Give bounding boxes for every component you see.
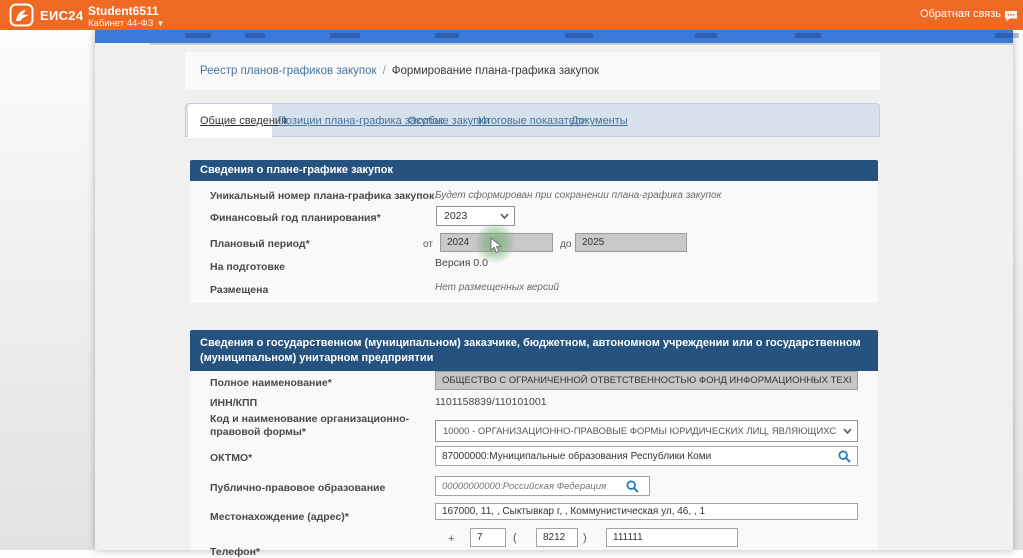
breadcrumb: Реестр планов-графиков закупок / Формирова… xyxy=(200,65,599,77)
inn-kpp-value: 1101158839/110101001 xyxy=(435,396,547,408)
breadcrumb-registry-link[interactable]: Реестр планов-графиков закупок xyxy=(200,65,377,77)
phone-close-paren: ) xyxy=(583,532,587,544)
unique-number-label: Уникальный номер плана-графика закупок xyxy=(210,190,434,202)
full-name-label: Полное наименование* xyxy=(210,377,332,389)
org-form-label: Код и наименование организационно-правов… xyxy=(210,413,415,438)
chevron-down-icon: ▼ xyxy=(156,19,164,28)
oktmo-label: ОКТМО* xyxy=(210,452,252,464)
logo-text: ЕИС24 xyxy=(40,8,83,23)
chevron-down-icon xyxy=(843,428,852,434)
breadcrumb-current: Формирование плана-графика закупок xyxy=(392,65,599,77)
period-label: Плановый период* xyxy=(210,238,310,250)
nav-item-blur xyxy=(565,33,593,38)
tabstrip: Общие сведения Позиции плана-графика зак… xyxy=(185,103,880,137)
feedback-bubble-icon[interactable] xyxy=(1004,9,1018,21)
user-name: Student6511 xyxy=(88,4,159,18)
breadcrumb-separator: / xyxy=(383,65,386,77)
nav-item-blur xyxy=(185,33,211,38)
address-label: Местонахождение (адрес)* xyxy=(210,511,349,523)
nav-item-blur xyxy=(330,33,360,38)
org-form-select[interactable]: 10000 - ОРГАНИЗАЦИОННО-ПРАВОВЫЕ ФОРМЫ ЮР… xyxy=(435,420,858,442)
tab-documents[interactable]: Документы xyxy=(571,104,628,138)
unique-number-value: Будет сформирован при сохранении плана-г… xyxy=(435,190,721,201)
cabinet-dropdown[interactable]: Кабинет 44-ФЗ▼ xyxy=(88,18,164,29)
nav-item-blur xyxy=(795,33,821,38)
nav-item-blur xyxy=(695,33,717,38)
full-name-input xyxy=(435,371,858,390)
ppo-input[interactable] xyxy=(435,476,650,496)
top-header-bar: ЕИС24 Student6511 Кабинет 44-ФЗ▼ Обратна… xyxy=(0,0,1023,30)
breadcrumb-container: Реестр планов-графиков закупок / Формирова… xyxy=(185,52,880,90)
published-value: Нет размещенных версий xyxy=(435,282,559,293)
section-plan-header: Сведения о плане-графике закупок xyxy=(190,160,878,181)
eis-logo-icon[interactable] xyxy=(9,3,34,27)
phone-plus-sign: + xyxy=(448,533,454,545)
cabinet-label: Кабинет 44-ФЗ xyxy=(88,18,153,29)
phone-number-input[interactable] xyxy=(606,528,738,547)
phone-label: Телефон* xyxy=(210,546,260,558)
ppo-search-icon[interactable] xyxy=(626,480,639,498)
mouse-cursor-icon xyxy=(490,237,503,259)
nav-item-blur xyxy=(995,33,1019,38)
nav-shadow xyxy=(150,43,1013,45)
phone-open-paren: ( xyxy=(513,532,517,544)
main-nav-bar[interactable] xyxy=(95,30,1013,43)
published-label: Размещена xyxy=(210,284,268,296)
tab-general-info[interactable]: Общие сведения xyxy=(188,104,272,138)
section-customer-header: Сведения о государственном (муниципально… xyxy=(190,330,878,371)
period-from-label: от xyxy=(423,239,433,250)
chevron-down-icon xyxy=(500,213,509,219)
inn-kpp-label: ИНН/КПП xyxy=(210,397,257,409)
address-input[interactable] xyxy=(435,503,858,520)
in-preparation-label: На подготовке xyxy=(210,261,285,273)
nav-item-blur xyxy=(245,33,265,38)
ppo-label: Публично-правовое образование xyxy=(210,482,385,494)
period-to-label: до xyxy=(560,239,571,250)
phone-area-input[interactable] xyxy=(536,528,578,547)
feedback-link[interactable]: Обратная связь xyxy=(920,8,1001,20)
oktmo-search-icon[interactable] xyxy=(838,450,851,468)
phone-country-input[interactable] xyxy=(470,528,506,547)
nav-item-blur xyxy=(435,33,459,38)
period-to-input[interactable] xyxy=(575,233,687,252)
oktmo-input[interactable] xyxy=(435,446,858,466)
fin-year-label: Финансовый год планирования* xyxy=(210,212,381,224)
